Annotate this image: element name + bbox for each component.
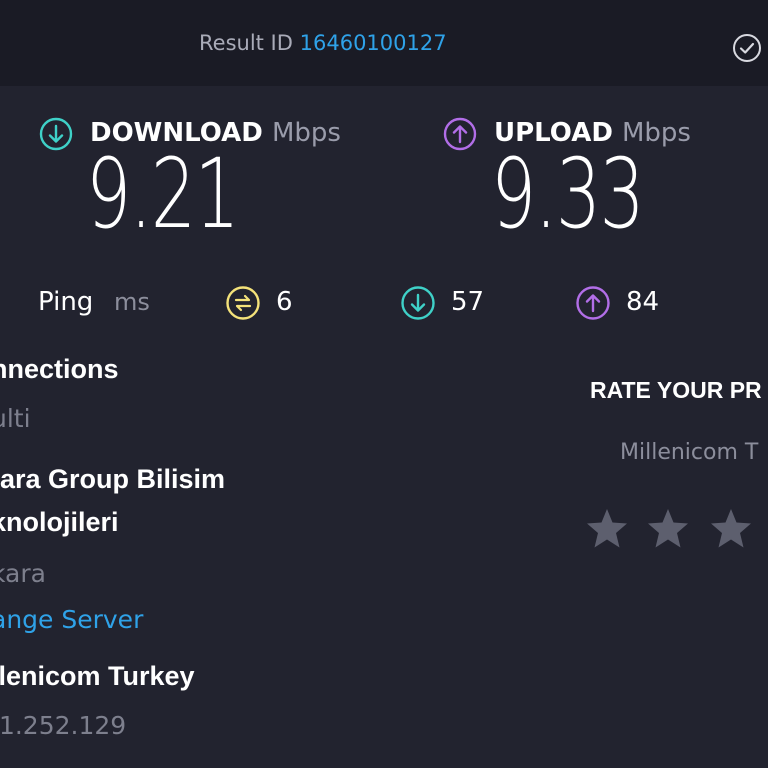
ping-exchange-icon — [226, 286, 260, 320]
connections-mode[interactable]: ulti — [0, 404, 31, 433]
change-server-link[interactable]: ange Server — [0, 605, 143, 634]
ping-unit: ms — [114, 288, 150, 316]
rate-provider-title: RATE YOUR PR — [590, 377, 762, 403]
server-name-line1: tara Group Bilisim — [0, 464, 226, 494]
ping-upload-value: 84 — [626, 287, 660, 317]
server-name-line2: knolojileri — [0, 507, 119, 537]
check-circle-icon[interactable] — [732, 33, 762, 63]
isp-name: llenicom Turkey — [0, 661, 195, 691]
download-arrow-icon — [39, 117, 73, 151]
ping-row: Ping ms 6 57 84 — [0, 282, 768, 326]
ip-address: .1.252.129 — [0, 711, 127, 740]
download-arrow-icon — [401, 286, 435, 320]
download-unit: Mbps — [271, 118, 341, 148]
star-icon[interactable] — [707, 505, 755, 553]
result-id-link[interactable]: 16460100127 — [300, 31, 447, 55]
ping-download-value: 57 — [451, 287, 485, 317]
result-id: Result ID 16460100127 — [199, 31, 447, 55]
server-location: kara — [0, 559, 46, 588]
star-icon[interactable] — [644, 505, 692, 553]
ping-idle-value: 6 — [276, 287, 293, 317]
upload-arrow-icon — [576, 286, 610, 320]
upload-arrow-icon — [443, 117, 477, 151]
result-header-bar: Result ID 16460100127 — [0, 0, 768, 86]
rate-provider-name: Millenicom T — [620, 440, 759, 465]
result-id-label: Result ID — [199, 31, 293, 55]
star-icon[interactable] — [583, 505, 631, 553]
connections-label: nnections — [0, 354, 119, 384]
speedtest-result-page: Result ID 16460100127 DOWNLOAD Mbps 9.21… — [0, 0, 768, 768]
download-value: 9.21 — [86, 138, 240, 250]
ping-label: Ping — [38, 287, 94, 317]
upload-value: 9.33 — [491, 138, 645, 250]
